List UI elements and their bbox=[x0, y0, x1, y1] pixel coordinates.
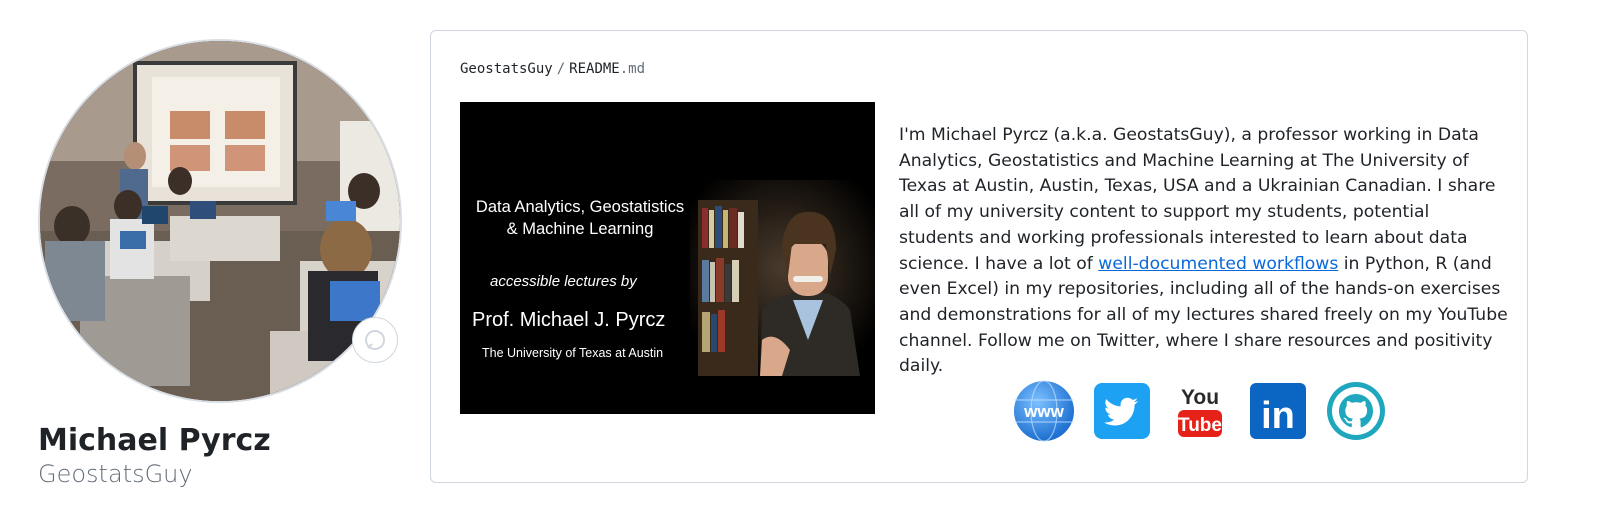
workflows-link[interactable]: well-documented workflows bbox=[1098, 254, 1338, 274]
avatar[interactable] bbox=[38, 39, 402, 403]
readme-file-base: README bbox=[569, 61, 620, 77]
readme-file-ext: .md bbox=[619, 61, 646, 77]
profile-avatar-container bbox=[38, 39, 402, 403]
breadcrumb-separator: / bbox=[556, 61, 566, 77]
github-icon bbox=[1327, 382, 1385, 440]
linkedin-label: in bbox=[1261, 395, 1295, 437]
profile-name: Michael Pyrcz bbox=[38, 423, 271, 458]
banner-institution: The University of Texas at Austin bbox=[482, 346, 664, 360]
bio-text-before: I'm Michael Pyrcz (a.k.a. GeostatsGuy), … bbox=[899, 125, 1496, 274]
github-link[interactable] bbox=[1325, 380, 1387, 442]
readme-card: GeostatsGuy / README.md Data Analytics, … bbox=[430, 30, 1528, 483]
smiley-status-icon bbox=[365, 330, 385, 350]
youtube-icon: You Tube bbox=[1178, 386, 1222, 437]
avatar-classroom-photo bbox=[40, 41, 400, 401]
banner-title-line1: Data Analytics, Geostatistics bbox=[475, 198, 685, 216]
banner-title-line2: & Machine Learning bbox=[506, 220, 654, 238]
banner-presenter: Prof. Michael J. Pyrcz bbox=[472, 309, 666, 331]
linkedin-icon: in bbox=[1250, 383, 1306, 439]
professor-photo bbox=[690, 180, 875, 376]
youtube-link[interactable]: You Tube bbox=[1169, 380, 1231, 442]
readme-breadcrumb: GeostatsGuy / README.md bbox=[460, 61, 645, 77]
banner-subtitle: accessible lectures by bbox=[490, 273, 637, 290]
social-links: www You Tube in bbox=[1013, 379, 1387, 443]
readme-bio: I'm Michael Pyrcz (a.k.a. GeostatsGuy), … bbox=[899, 123, 1509, 380]
www-globe-icon: www bbox=[1014, 380, 1074, 442]
website-link[interactable]: www bbox=[1013, 380, 1075, 442]
twitter-link[interactable] bbox=[1091, 380, 1153, 442]
lectures-banner-image[interactable]: Data Analytics, Geostatistics & Machine … bbox=[460, 102, 875, 414]
linkedin-link[interactable]: in bbox=[1247, 380, 1309, 442]
banner-title: Data Analytics, Geostatistics & Machine … bbox=[460, 196, 700, 240]
youtube-label-top: You bbox=[1181, 386, 1219, 409]
readme-file-link[interactable]: README.md bbox=[569, 61, 645, 77]
twitter-icon bbox=[1094, 383, 1150, 439]
youtube-label-bottom: Tube bbox=[1178, 415, 1222, 436]
readme-owner-link[interactable]: GeostatsGuy bbox=[460, 61, 553, 77]
set-status-button[interactable] bbox=[352, 317, 398, 363]
www-label: www bbox=[1023, 402, 1064, 421]
profile-login: GeostatsGuy bbox=[38, 460, 193, 488]
